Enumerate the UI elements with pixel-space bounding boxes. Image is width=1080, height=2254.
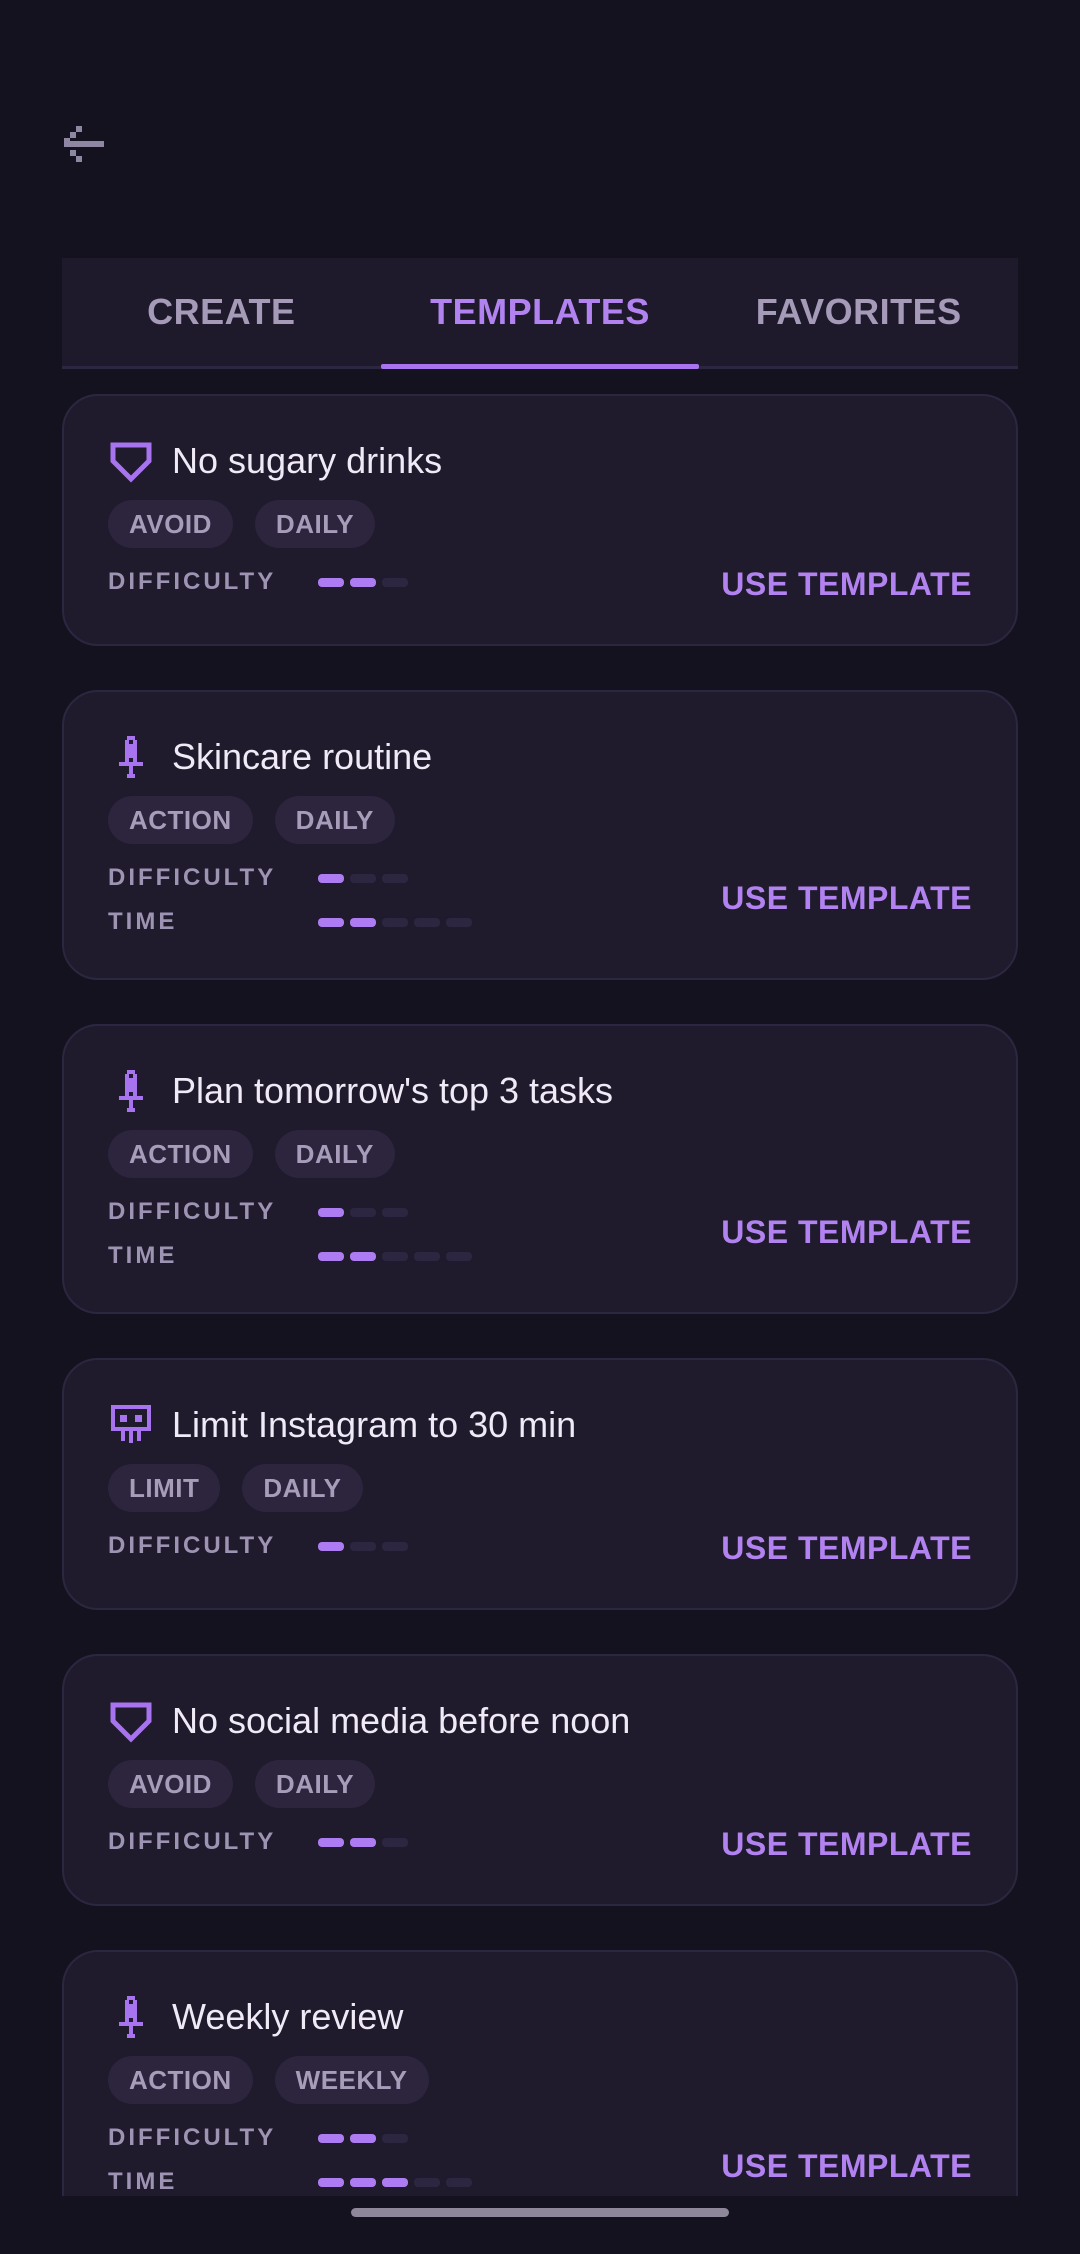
tab-create[interactable]: CREATE xyxy=(62,258,381,366)
level-segment xyxy=(382,2133,408,2143)
time-meter-bars xyxy=(318,917,478,927)
difficulty-meter-bars xyxy=(318,1207,414,1217)
back-arrow-icon xyxy=(64,126,104,162)
level-segment xyxy=(350,2133,376,2143)
level-segment xyxy=(318,1837,344,1847)
level-segment xyxy=(350,1541,376,1551)
tab-bar: CREATE TEMPLATES FAVORITES xyxy=(62,258,1018,369)
tag-chip: LIMIT xyxy=(108,1464,221,1512)
time-meter-label: TIME xyxy=(108,908,178,935)
tag-chip: ACTION xyxy=(108,1130,253,1178)
time-meter-bars xyxy=(318,1251,478,1261)
level-segment xyxy=(318,2177,344,2187)
level-segment xyxy=(414,1251,440,1261)
sword-icon xyxy=(108,734,154,780)
template-card: No sugary drinks AVOID DAILY DIFFICULTY U… xyxy=(62,394,1018,646)
tag-chip: ACTION xyxy=(108,2056,253,2104)
tag-chip: DAILY xyxy=(254,1760,376,1808)
tag-chip: ACTION xyxy=(108,796,253,844)
level-segment xyxy=(318,917,344,927)
difficulty-meter-label: DIFFICULTY xyxy=(108,864,277,891)
template-title: Limit Instagram to 30 min xyxy=(172,1404,577,1445)
back-button[interactable] xyxy=(60,120,124,168)
use-template-button[interactable]: USE TEMPLATE xyxy=(721,1530,972,1567)
shield-icon xyxy=(108,438,154,484)
level-segment xyxy=(382,873,408,883)
template-list: No sugary drinks AVOID DAILY DIFFICULTY U… xyxy=(62,394,1018,2254)
level-segment xyxy=(414,917,440,927)
use-template-button[interactable]: USE TEMPLATE xyxy=(721,566,972,603)
level-segment xyxy=(318,2133,344,2143)
tag-chip: AVOID xyxy=(108,1760,233,1808)
template-title: Weekly review xyxy=(172,1996,404,2037)
tab-templates[interactable]: TEMPLATES xyxy=(380,258,700,369)
level-segment xyxy=(350,577,376,587)
sword-icon xyxy=(108,1994,154,2040)
level-segment xyxy=(350,2177,376,2187)
time-meter-label: TIME xyxy=(108,2168,178,2195)
level-segment xyxy=(382,2177,408,2187)
time-meter-label: TIME xyxy=(108,1242,178,1269)
difficulty-meter-bars xyxy=(318,1541,414,1551)
skull-icon xyxy=(108,1402,154,1448)
level-segment xyxy=(446,1251,472,1261)
difficulty-meter-label: DIFFICULTY xyxy=(108,2124,277,2151)
level-segment xyxy=(446,917,472,927)
template-title: No social media before noon xyxy=(172,1700,631,1741)
use-template-button[interactable]: USE TEMPLATE xyxy=(721,1214,972,1251)
level-segment xyxy=(446,2177,472,2187)
tag-chip: AVOID xyxy=(108,500,233,548)
template-card: Weekly review ACTION WEEKLY DIFFICULTY TIM… xyxy=(62,1950,1018,2210)
level-segment xyxy=(382,1541,408,1551)
template-card: No social media before noon AVOID DAILY D… xyxy=(62,1654,1018,1906)
tab-favorites[interactable]: FAVORITES xyxy=(699,258,1018,366)
template-card: Limit Instagram to 30 min LIMIT DAILY DIF… xyxy=(62,1358,1018,1610)
difficulty-meter-label: DIFFICULTY xyxy=(108,1198,277,1225)
template-title: No sugary drinks xyxy=(172,440,443,481)
tag-chip: DAILY xyxy=(274,1130,395,1178)
template-card: Plan tomorrow's top 3 tasks ACTION DAILY … xyxy=(62,1024,1018,1314)
difficulty-meter-label: DIFFICULTY xyxy=(108,1532,277,1559)
difficulty-meter-label: DIFFICULTY xyxy=(108,568,277,595)
level-segment xyxy=(382,917,408,927)
tag-chip: DAILY xyxy=(254,500,376,548)
level-segment xyxy=(318,873,344,883)
level-segment xyxy=(318,1207,344,1217)
level-segment xyxy=(350,1207,376,1217)
difficulty-meter-bars xyxy=(318,577,414,587)
use-template-button[interactable]: USE TEMPLATE xyxy=(721,2148,972,2185)
difficulty-meter-bars xyxy=(318,2133,414,2143)
time-meter-bars xyxy=(318,2177,478,2187)
difficulty-meter-label: DIFFICULTY xyxy=(108,1828,277,1855)
level-segment xyxy=(382,1207,408,1217)
tag-chip: DAILY xyxy=(242,1464,363,1512)
use-template-button[interactable]: USE TEMPLATE xyxy=(721,880,972,917)
tag-chip: DAILY xyxy=(274,796,395,844)
home-indicator[interactable] xyxy=(351,2208,729,2217)
level-segment xyxy=(350,917,376,927)
shield-icon xyxy=(108,1698,154,1744)
level-segment xyxy=(350,873,376,883)
template-title: Plan tomorrow's top 3 tasks xyxy=(172,1070,614,1111)
tag-chip: WEEKLY xyxy=(274,2056,429,2104)
level-segment xyxy=(382,1251,408,1261)
level-segment xyxy=(382,1837,408,1847)
level-segment xyxy=(382,577,408,587)
difficulty-meter-bars xyxy=(318,873,414,883)
level-segment xyxy=(414,2177,440,2187)
use-template-button[interactable]: USE TEMPLATE xyxy=(721,1826,972,1863)
template-title: Skincare routine xyxy=(172,736,433,777)
level-segment xyxy=(350,1837,376,1847)
template-card: Skincare routine ACTION DAILY DIFFICULTY T… xyxy=(62,690,1018,980)
level-segment xyxy=(318,1541,344,1551)
level-segment xyxy=(318,1251,344,1261)
sword-icon xyxy=(108,1068,154,1114)
level-segment xyxy=(350,1251,376,1261)
difficulty-meter-bars xyxy=(318,1837,414,1847)
level-segment xyxy=(318,577,344,587)
